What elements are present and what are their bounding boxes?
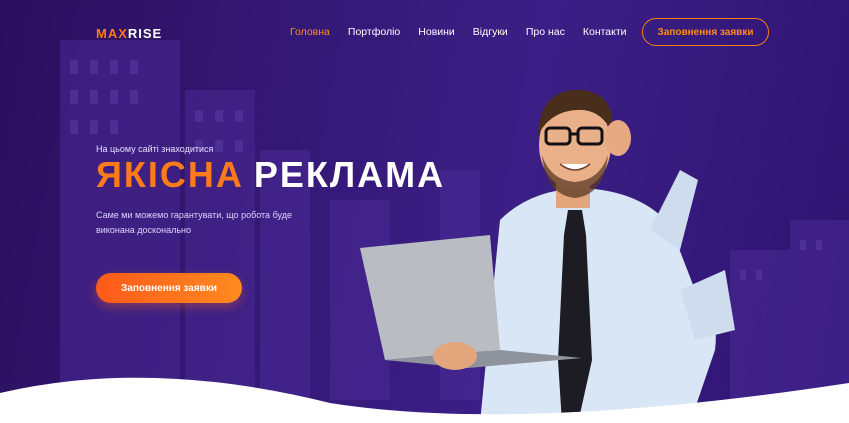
main-nav: Головна Портфоліо Новини Відгуки Про нас… [290, 26, 645, 38]
hero-subtitle: Саме ми можемо гарантувати, що робота бу… [96, 210, 292, 235]
headline-accent: ЯКІСНА [96, 154, 244, 195]
nav-request-button[interactable]: Заповнення заявки [642, 18, 769, 46]
nav-item-contacts[interactable]: Контакти [583, 26, 627, 38]
nav-item-about[interactable]: Про нас [526, 26, 565, 38]
nav-item-portfolio[interactable]: Портфоліо [348, 26, 400, 38]
nav-item-reviews[interactable]: Відгуки [473, 26, 508, 38]
hero-section: MAXRISE Головна Портфоліо Новини Відгуки… [0, 0, 849, 423]
nav-item-home[interactable]: Головна [290, 26, 330, 38]
hero-kicker: На цьому сайті знаходитися [96, 144, 214, 154]
hero-request-button[interactable]: Заповнення заявки [96, 273, 242, 303]
bottom-wave [0, 377, 849, 423]
nav-item-news[interactable]: Новини [418, 26, 455, 38]
logo-accent: MAX [96, 26, 128, 41]
logo-rest: RISE [127, 26, 163, 41]
logo[interactable]: MAXRISE [96, 26, 162, 41]
